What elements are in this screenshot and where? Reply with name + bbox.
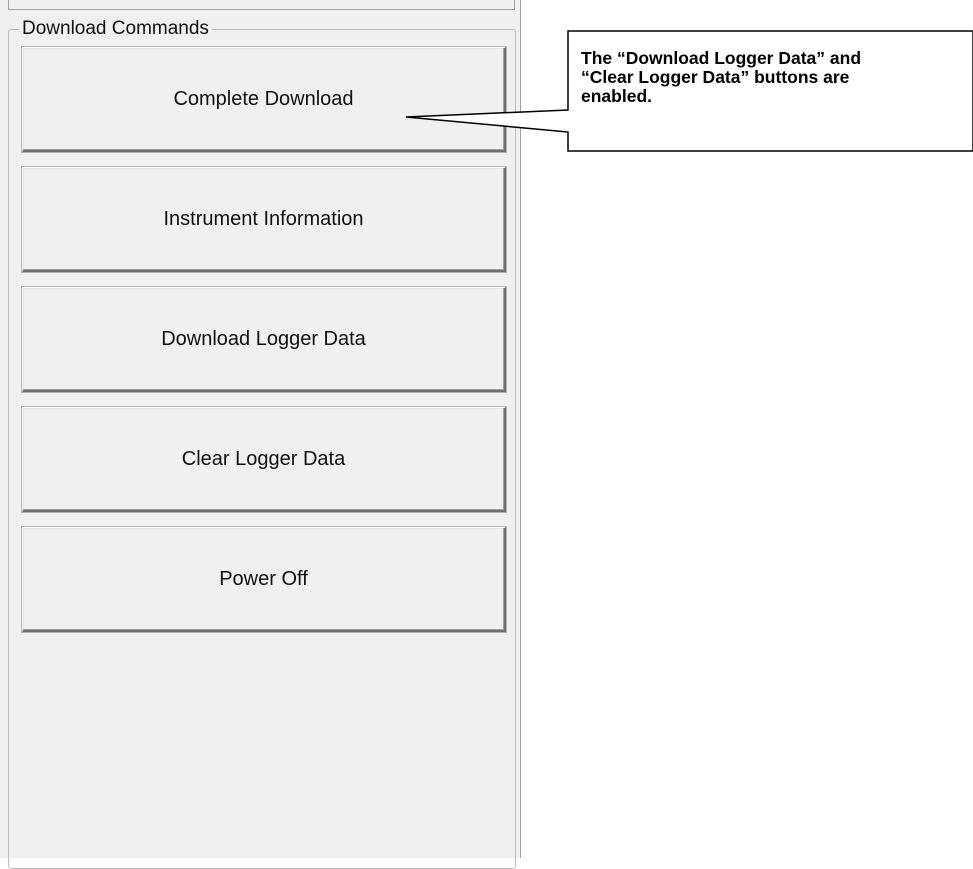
- callout-line-1: The “Download Logger Data” and: [581, 48, 862, 68]
- callout-line-3: enabled.: [581, 86, 652, 106]
- callout-line-2: “Clear Logger Data” buttons are: [581, 67, 850, 87]
- callout-box: [405, 30, 973, 152]
- callout-text: The “Download Logger Data” and “Clear Lo…: [581, 49, 966, 106]
